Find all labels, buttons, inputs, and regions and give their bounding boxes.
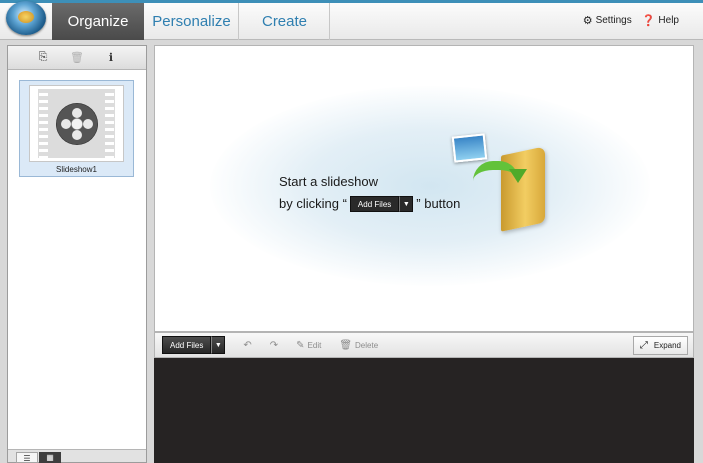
add-files-button[interactable]: Add Files ▼ [162,336,226,354]
slideshow-preview [29,85,124,162]
chevron-down-icon[interactable]: ▼ [211,336,226,354]
rotate-right-button[interactable]: ↷ [270,340,278,351]
help-link[interactable]: ❓ Help [642,14,679,27]
tab-create[interactable]: Create [240,3,330,40]
slideshow-thumbnail[interactable]: Slideshow1 [19,80,134,177]
expand-label: Expand [653,341,681,350]
trash-icon[interactable]: 🗑 [69,51,85,64]
inline-add-files-button: Add Files ▼ [349,196,414,212]
info-icon[interactable]: ℹ [103,51,119,64]
rotate-left-icon: ↶ [243,339,252,351]
add-to-slideshow-icon[interactable]: ⎘ [35,51,51,64]
settings-label: Settings [595,15,632,26]
preview-area: Start a slideshow by clicking “ Add File… [154,45,694,332]
settings-link[interactable]: ⚙ Settings [583,14,632,27]
header-links: ⚙ Settings ❓ Help [583,14,679,27]
expand-icon: ⤢ [639,340,648,351]
empty-state-prefix: by clicking “ [279,196,347,211]
film-reel-icon [38,89,115,158]
top-bar: Organize Personalize Create ⚙ Settings ❓… [0,0,703,40]
left-toolbar: ⎘ 🗑 ℹ [8,46,146,70]
photo-toolbar: Add Files ▼ ↶ ↷ ✎ Edit 🗑 Delete ⤢ Expand [154,332,694,358]
thumbnail-view-icon[interactable]: ▦ [39,452,61,463]
folder-illustration-icon [451,131,551,232]
help-circle-icon: ❓ [641,15,656,27]
add-files-label: Add Files [162,336,212,354]
help-label: Help [658,15,679,26]
trash-icon: 🗑 [339,339,353,351]
list-view-icon[interactable]: ☰ [16,452,38,463]
chevron-down-icon: ▼ [399,196,414,212]
empty-state-line2: by clicking “ Add Files ▼ ” button [279,193,460,215]
view-toggle-bar: ☰ ▦ [8,449,146,463]
rotate-right-icon: ↷ [269,339,279,351]
delete-button[interactable]: 🗑 Delete [339,340,378,351]
slideshow-label: Slideshow1 [56,165,97,174]
delete-label: Delete [355,340,379,350]
edit-button[interactable]: ✎ Edit [296,340,321,351]
photo-strip [154,358,694,463]
edit-label: Edit [307,340,322,350]
inline-add-files-label: Add Files [349,196,400,212]
gear-icon: ⚙ [582,15,593,27]
rotate-left-button[interactable]: ↶ [243,340,251,351]
expand-button[interactable]: ⤢ Expand [632,336,688,355]
empty-state-message: Start a slideshow by clicking “ Add File… [279,171,460,215]
tab-organize[interactable]: Organize [52,3,144,40]
app-logo[interactable] [6,1,46,35]
slideshow-list-panel: ⎘ 🗑 ℹ Slideshow1 ☰ ▦ [7,45,147,463]
empty-state-line1: Start a slideshow [279,174,378,189]
tab-personalize[interactable]: Personalize [145,3,239,40]
pencil-icon: ✎ [296,339,305,351]
